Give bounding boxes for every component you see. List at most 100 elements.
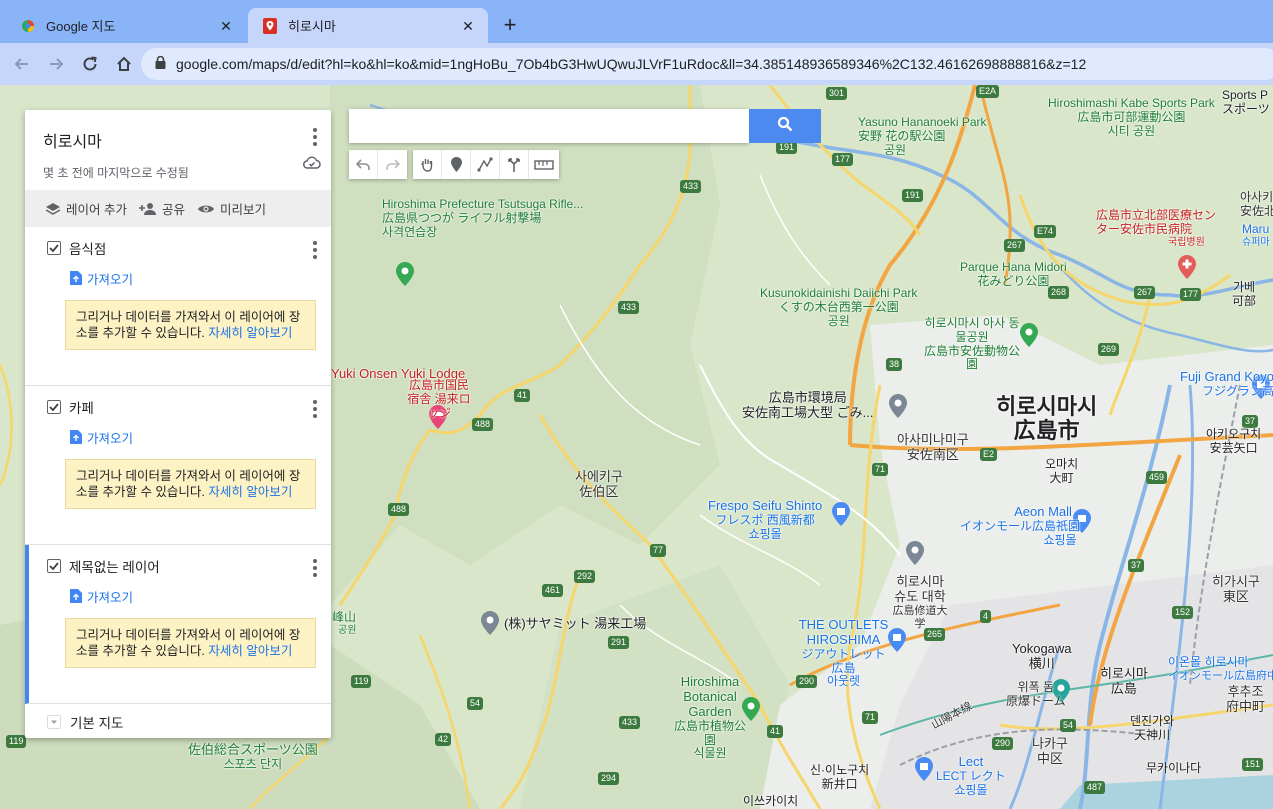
redo-icon[interactable] xyxy=(378,150,407,179)
forward-icon[interactable] xyxy=(40,48,72,80)
road-shield: 292 xyxy=(574,570,596,583)
map-label-fuchu: 후추조 府中町 xyxy=(1226,684,1266,714)
checkbox-checked-icon[interactable] xyxy=(47,241,61,255)
add-layer-label: 레이어 추가 xyxy=(66,203,127,217)
layer-options-icon[interactable] xyxy=(313,400,317,418)
layer-empty-note: 그리거나 데이터를 가져와서 이 레이어에 장소를 추가할 수 있습니다. 자세… xyxy=(65,300,316,350)
road-shield: 177 xyxy=(1180,288,1202,301)
road-shield: 77 xyxy=(650,544,667,557)
road-shield: E2 xyxy=(980,448,998,461)
road-shield: 71 xyxy=(862,711,879,724)
map-label-shudo: 히로시마 슈도 대학 広島修道大学 xyxy=(892,574,948,630)
road-shield: 301 xyxy=(826,87,848,100)
road-shield: 71 xyxy=(872,463,889,476)
expand-arrow-icon[interactable] xyxy=(47,714,61,729)
map-tools-group xyxy=(413,150,559,179)
layer-header[interactable]: 카페 xyxy=(25,386,331,428)
draw-line-icon[interactable] xyxy=(471,150,500,179)
browser-toolbar: google.com/maps/d/edit?hl=ko&hl=ko&mid=1… xyxy=(0,43,1273,85)
close-tab-icon[interactable]: ✕ xyxy=(218,18,234,34)
map-search-input[interactable] xyxy=(349,109,749,143)
share-label: 공유 xyxy=(161,203,185,217)
preview-button[interactable]: 미리보기 xyxy=(197,199,266,218)
map-label-kabe-station: 가베 可部 xyxy=(1232,280,1257,308)
my-maps-favicon-icon xyxy=(262,17,278,34)
layer-name[interactable]: 카페 xyxy=(69,397,94,417)
tab-google-maps[interactable]: Google 지도 ✕ xyxy=(6,8,246,43)
add-marker-icon[interactable] xyxy=(442,150,471,179)
import-link[interactable]: 가져오기 xyxy=(25,269,331,287)
tab-title: Google 지도 xyxy=(46,19,116,34)
layer-options-icon[interactable] xyxy=(313,241,317,259)
place-pin-icon[interactable] xyxy=(889,394,907,418)
import-link[interactable]: 가져오기 xyxy=(25,428,331,446)
road-shield: 4 xyxy=(980,610,992,623)
park-pin-icon[interactable] xyxy=(396,262,414,286)
reload-icon[interactable] xyxy=(74,48,106,80)
road-shield: 119 xyxy=(351,675,372,688)
map-label-fuji: Fuji Grand Koyoフジグラン高陽 xyxy=(1180,369,1273,398)
add-layer-button[interactable]: 레이어 추가 xyxy=(45,199,127,218)
import-link[interactable]: 가져오기 xyxy=(29,587,331,605)
layer-header[interactable]: 제목없는 레이어 xyxy=(29,545,331,587)
map-label-saeki-park: 佐伯総合スポーツ公園 스포츠 단지 xyxy=(188,742,318,771)
learn-more-link[interactable]: 자세히 알아보기 xyxy=(208,326,292,340)
home-icon[interactable] xyxy=(108,48,140,80)
university-pin-icon[interactable] xyxy=(906,541,924,565)
last-edited-text: 몇 초 전에 마지막으로 수정됨 xyxy=(43,166,189,180)
share-button[interactable]: 공유 xyxy=(138,199,185,218)
new-tab-button[interactable]: + xyxy=(498,14,522,38)
panel-actions: 레이어 추가 공유 미리보기 xyxy=(25,190,331,227)
road-shield: 269 xyxy=(1098,343,1120,356)
place-pin-icon[interactable] xyxy=(481,611,499,635)
checkbox-checked-icon[interactable] xyxy=(47,400,61,414)
map-options-icon[interactable] xyxy=(313,128,317,146)
map-label-kusunoki: Kusunokidainishi Daiichi Park くすの木台西第一公園 공… xyxy=(760,286,918,328)
city-label: 히로시마시 広島市 xyxy=(996,394,1098,444)
search-button[interactable] xyxy=(749,109,821,143)
import-file-icon xyxy=(70,589,82,603)
address-bar[interactable]: google.com/maps/d/edit?hl=ko&hl=ko&mid=1… xyxy=(141,48,1273,80)
road-shield: 42 xyxy=(435,733,452,746)
preview-label: 미리보기 xyxy=(220,203,267,217)
layer-empty-note: 그리거나 데이터를 가져와서 이 레이어에 장소를 추가할 수 있습니다. 자세… xyxy=(65,618,316,668)
tab-hiroshima[interactable]: 히로시마 ✕ xyxy=(248,8,488,43)
map-label-lect: Lect LECT レクト 쇼핑몰 xyxy=(936,754,1006,797)
map-label-asakita: 아사키 安佐北 xyxy=(1240,190,1273,218)
learn-more-link[interactable]: 자세히 알아보기 xyxy=(208,644,292,658)
map-title[interactable]: 히로시마 xyxy=(43,128,331,152)
map-label-itsukaichi: 이쓰카이치 xyxy=(743,794,799,808)
undo-redo-group xyxy=(349,150,407,179)
import-file-icon xyxy=(70,430,82,444)
shopping-pin-icon[interactable] xyxy=(915,757,933,781)
map-label-hanamidori: Parque Hana Midori 花みどり公園 xyxy=(960,260,1067,288)
layer-restaurants: 음식점 가져오기 그리거나 데이터를 가져와서 이 레이어에 장소를 추가할 수… xyxy=(25,227,331,386)
layer-name[interactable]: 음식점 xyxy=(69,238,106,258)
close-tab-icon[interactable]: ✕ xyxy=(460,18,476,34)
road-shield: 37 xyxy=(1128,559,1145,572)
layer-name[interactable]: 제목없는 레이어 xyxy=(69,556,160,576)
back-icon[interactable] xyxy=(6,48,38,80)
hospital-pin-icon[interactable] xyxy=(1178,255,1196,279)
layer-options-icon[interactable] xyxy=(313,559,317,577)
zoo-pin-icon[interactable] xyxy=(1020,323,1038,347)
tab-title: 히로시마 xyxy=(288,19,336,34)
road-shield: 291 xyxy=(608,636,630,649)
directions-icon[interactable] xyxy=(500,150,529,179)
map-label-peace: 위폭 돔 原爆ドーム xyxy=(1006,680,1066,708)
learn-more-link[interactable]: 자세히 알아보기 xyxy=(208,485,292,499)
hand-icon[interactable] xyxy=(413,150,442,179)
layer-header[interactable]: 음식점 xyxy=(25,227,331,269)
base-map-row[interactable]: 기본 지도 xyxy=(25,704,331,739)
road-shield: 487 xyxy=(1084,781,1106,794)
lock-icon xyxy=(155,55,166,72)
add-person-icon xyxy=(138,203,156,215)
undo-icon[interactable] xyxy=(349,150,378,179)
eye-icon xyxy=(198,205,214,212)
map-label-kabe: Hiroshimashi Kabe Sports Park 広島市可部運動公園 시티… xyxy=(1048,96,1215,138)
road-shield: 267 xyxy=(1134,286,1156,299)
shopping-pin-icon[interactable] xyxy=(832,502,850,526)
checkbox-checked-icon[interactable] xyxy=(47,559,61,573)
layer-cafes: 카페 가져오기 그리거나 데이터를 가져와서 이 레이어에 장소를 추가할 수 … xyxy=(25,386,331,545)
measure-icon[interactable] xyxy=(529,150,559,179)
